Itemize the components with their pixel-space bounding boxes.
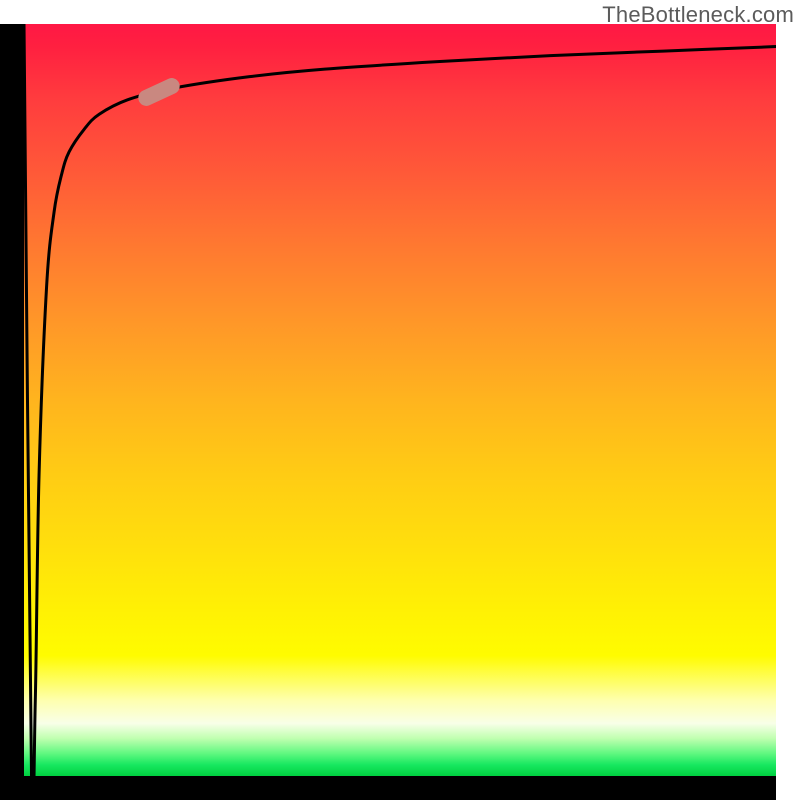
axis-origin-corner (0, 776, 24, 800)
chart-container: TheBottleneck.com (0, 0, 800, 800)
attribution-text: TheBottleneck.com (602, 2, 794, 28)
plot-area (24, 24, 776, 776)
y-axis (0, 24, 24, 776)
x-axis (24, 776, 776, 800)
bottleneck-curve (24, 24, 776, 776)
curve-svg (24, 24, 776, 776)
